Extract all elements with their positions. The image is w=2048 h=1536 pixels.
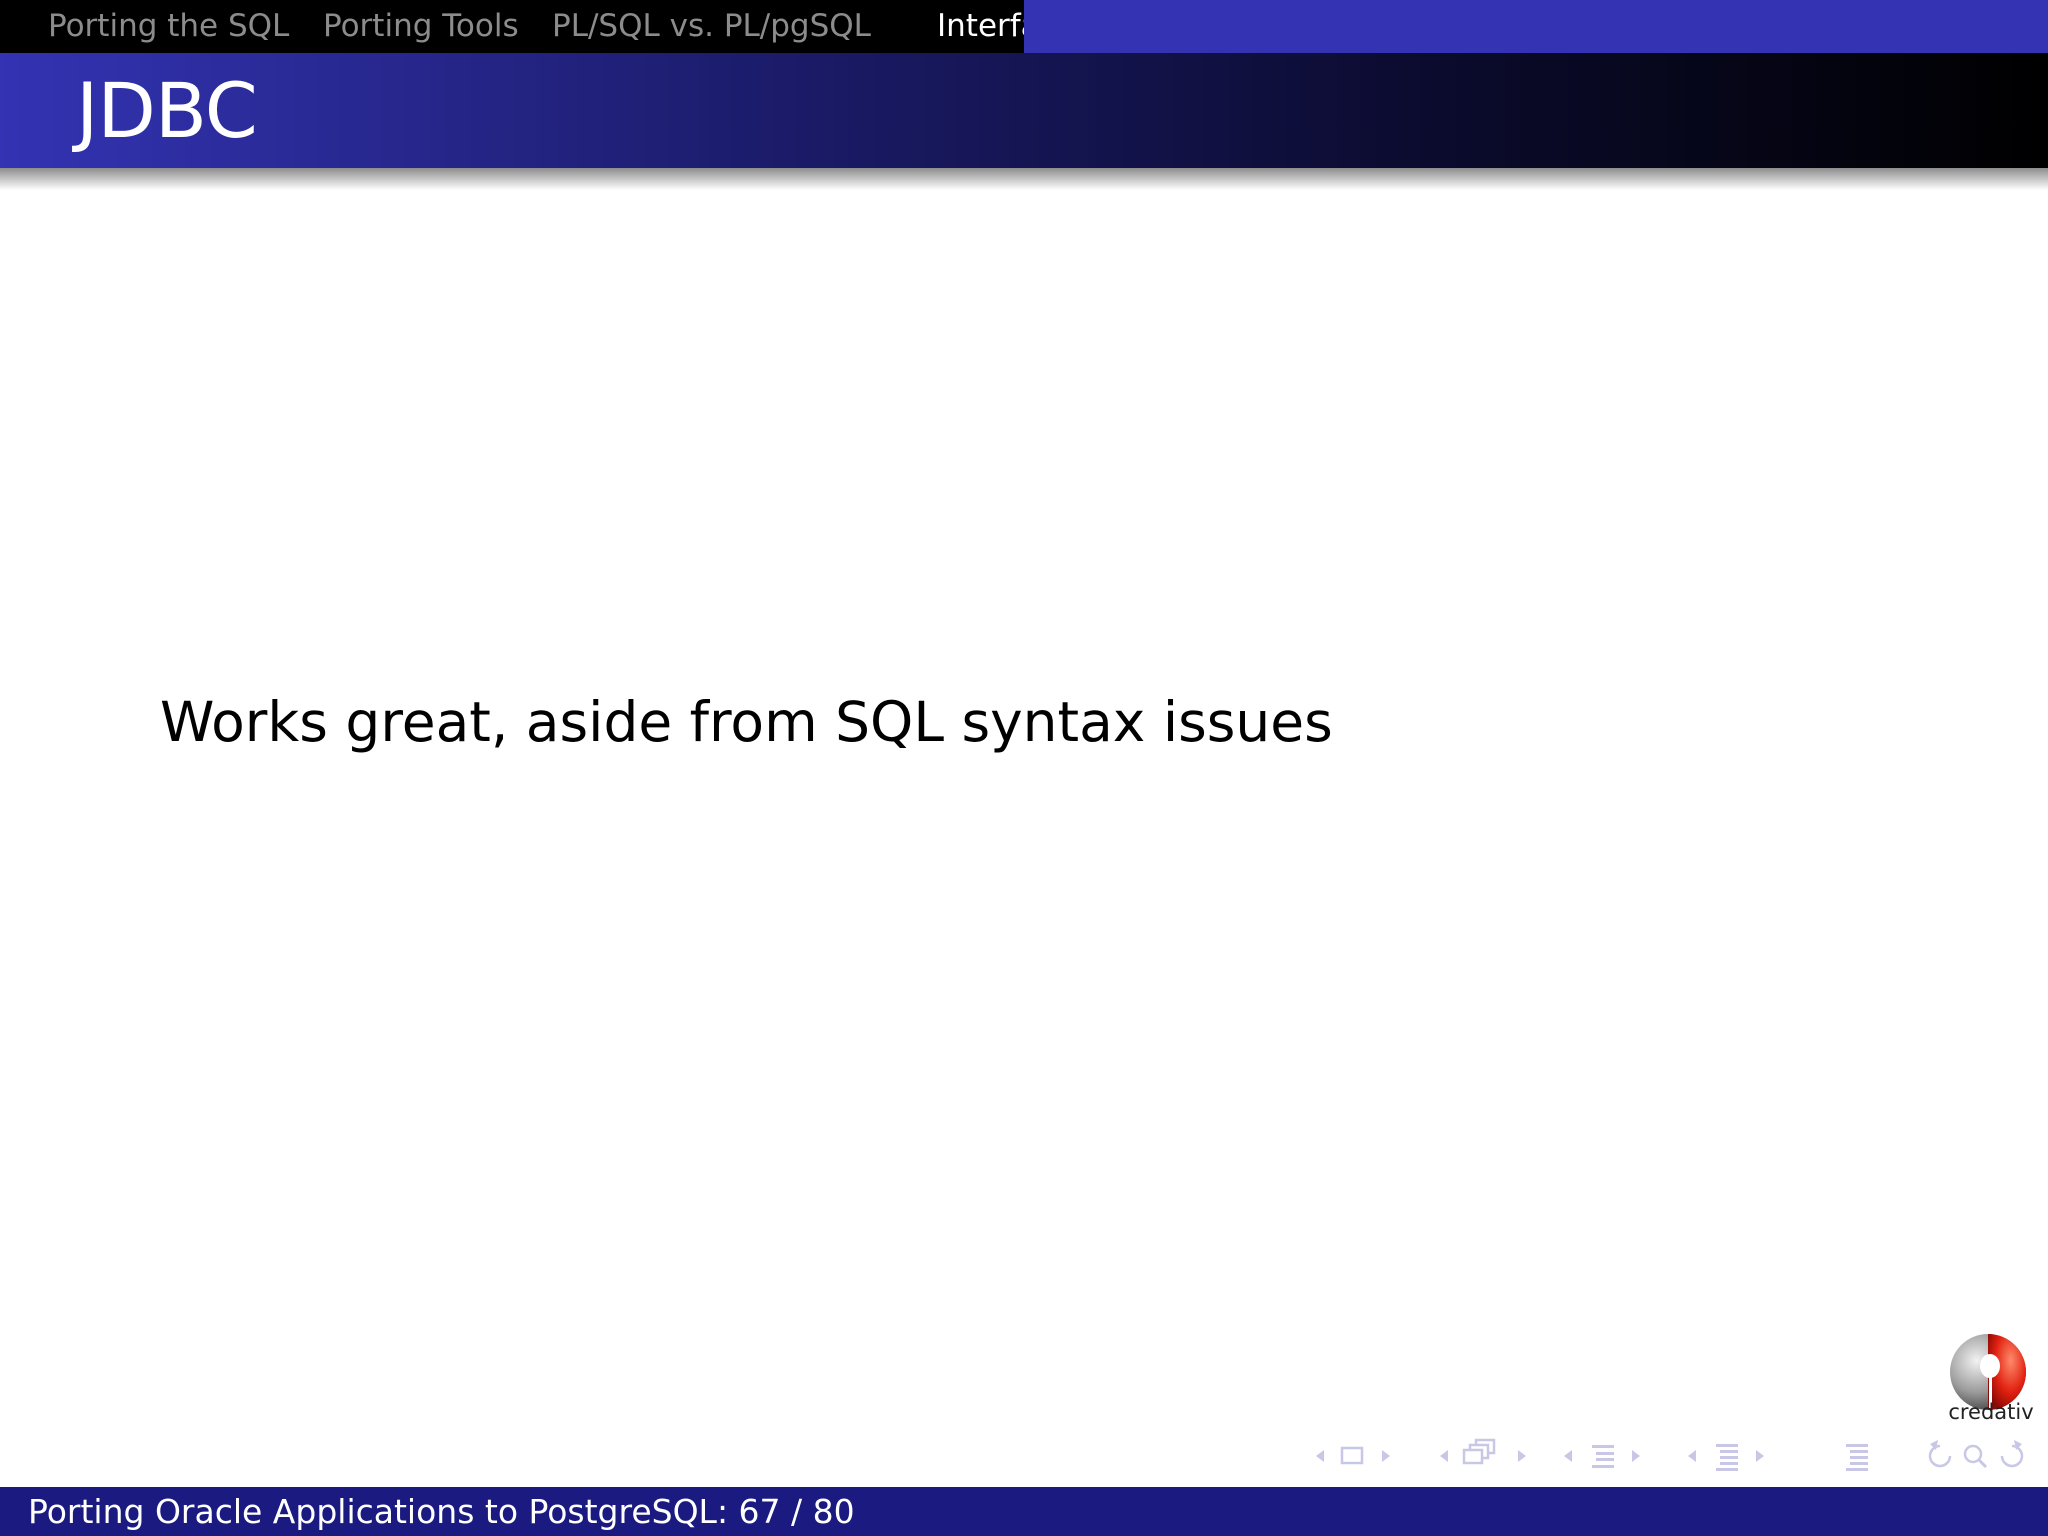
beamer-navigation-symbols xyxy=(1310,1436,2030,1476)
slide-nav-icon[interactable] xyxy=(1310,1436,1400,1476)
title-bar-shadow xyxy=(0,168,2048,190)
frame-title-bar: JDBC xyxy=(0,53,2048,168)
footer-title-and-page: Porting Oracle Applications to PostgreSQ… xyxy=(28,1492,855,1531)
frame-nav-icon[interactable] xyxy=(1436,1436,1536,1476)
search-icon[interactable] xyxy=(1958,1436,1994,1476)
logo-wordmark: credativ xyxy=(1948,1400,2034,1424)
nav-section-porting-tools[interactable]: Porting Tools xyxy=(323,0,519,53)
nav-section-plsql-vs-plpgsql[interactable]: PL/SQL vs. PL/pgSQL xyxy=(552,0,871,53)
forward-icon[interactable] xyxy=(1994,1436,2030,1476)
subsection-nav-icon[interactable] xyxy=(1560,1436,1660,1476)
nav-section-interfaces[interactable]: Interfa xyxy=(937,0,1024,53)
slide-body-text: Works great, aside from SQL syntax issue… xyxy=(160,690,1333,754)
nav-section-porting-the-sql[interactable]: Porting the SQL xyxy=(48,0,289,53)
footer-bar: Porting Oracle Applications to PostgreSQ… xyxy=(0,1487,2048,1536)
section-navigation-list: Porting the SQL Porting Tools PL/SQL vs.… xyxy=(0,0,1024,53)
document-nav-icon[interactable] xyxy=(1838,1436,1878,1476)
frame-title: JDBC xyxy=(76,66,258,155)
back-icon[interactable] xyxy=(1922,1436,1958,1476)
section-nav-icon[interactable] xyxy=(1684,1436,1784,1476)
section-navigation-bar: Porting the SQL Porting Tools PL/SQL vs.… xyxy=(0,0,2048,53)
